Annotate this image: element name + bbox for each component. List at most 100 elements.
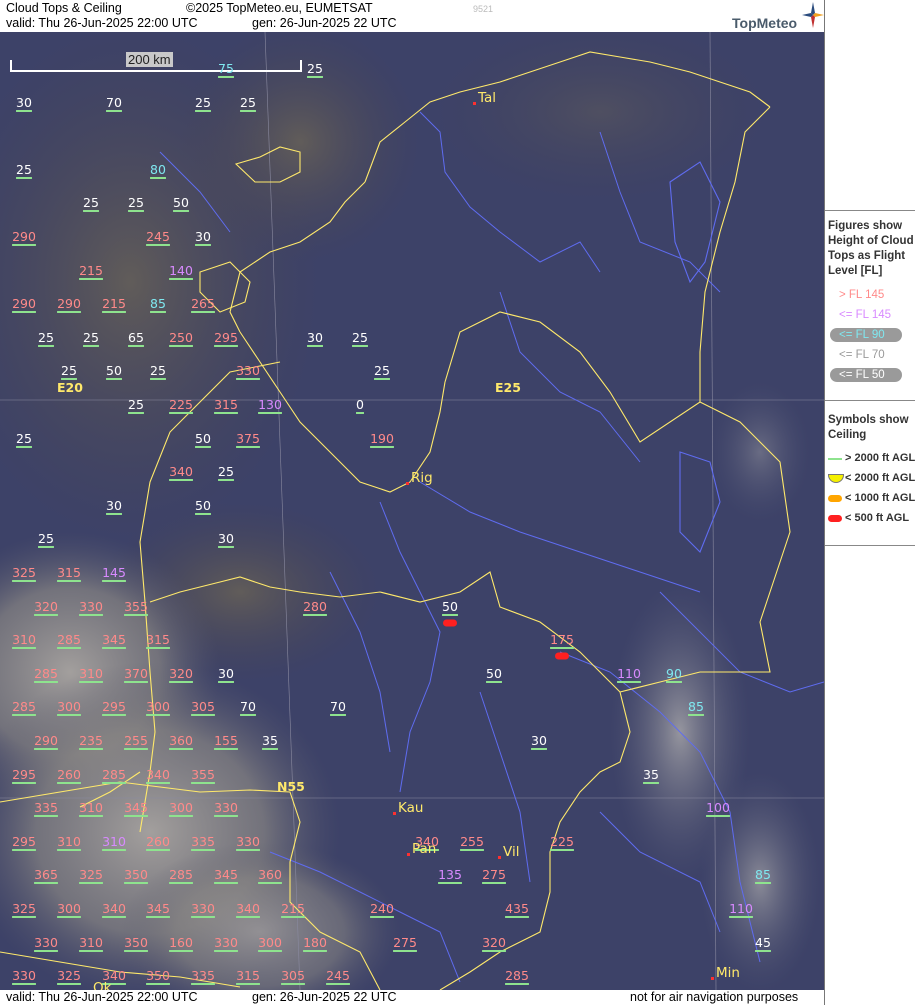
cloud-top-label: 30 [106,498,122,513]
cloud-top-label: 190 [370,431,394,446]
cloud-top-label: 310 [79,666,103,681]
cloud-top-label: 330 [12,968,36,983]
cloud-top-label: 290 [57,296,81,311]
cloud-top-label: 345 [146,901,170,916]
cloud-top-label: 75 [218,61,234,76]
cloud-top-label: 50 [442,599,458,614]
footer-generated-time: gen: 26-Jun-2025 22 UTC [252,990,397,1004]
cloud-top-label: 330 [214,800,238,815]
cloud-top-label: 215 [102,296,126,311]
cloud-top-label: 285 [34,666,58,681]
legend-title-line: Tops as Flight [828,250,906,262]
cloud-top-label: 305 [281,968,305,983]
cloud-top-label: 85 [688,699,704,714]
legend-title-line: Figures show [828,220,903,232]
cloud-top-label: 345 [102,632,126,647]
city-label: Vil [503,844,520,860]
legend-separator [825,545,915,546]
cloud-top-label: 25 [352,330,368,345]
cloud-top-label: 70 [240,699,256,714]
map-header: Cloud Tops & Ceiling ©2025 TopMeteo.eu, … [0,0,824,32]
cloud-top-label: 355 [191,767,215,782]
city-dot [407,853,410,856]
cloud-top-label: 50 [486,666,502,681]
cloud-top-label: 50 [173,195,189,210]
cloud-top-label: 345 [124,800,148,815]
ceiling-legend-title: Symbols show Ceiling [828,413,909,443]
scale-bar-label: 200 km [126,52,173,67]
cloud-tops-legend-item: <= FL 70 [839,349,885,361]
cloud-top-label: 90 [666,666,682,681]
legend-title-line: Level [FL] [828,265,883,277]
footer-disclaimer: not for air navigation purposes [630,990,799,1004]
cloud-top-label: 180 [303,935,327,950]
cloud-top-label: 65 [128,330,144,345]
cloud-top-label: 330 [236,834,260,849]
cloud-top-label: 160 [169,935,193,950]
ceiling-marker-red [443,619,457,627]
cloud-top-label: 320 [34,599,58,614]
generated-time: gen: 26-Jun-2025 22 UTC [252,16,397,30]
cloud-tops-legend-item: <= FL 50 [839,369,885,381]
city-label: Rig [411,470,433,486]
ceiling-symbol [828,495,842,502]
cloud-top-label: 295 [12,834,36,849]
cloud-top-label: 35 [643,767,659,782]
city-dot [711,977,714,980]
cloud-top-label: 70 [330,699,346,714]
cloud-top-label: 285 [169,867,193,882]
cloud-top-label: 325 [12,901,36,916]
city-dot [498,856,501,859]
cloud-top-label: 360 [258,867,282,882]
cloud-top-label: 295 [214,330,238,345]
cloud-top-label: 25 [218,464,234,479]
cloud-top-label: 235 [79,733,103,748]
cloud-top-label: 25 [61,363,77,378]
city-label: Ok [93,980,112,990]
cloud-top-label: 345 [214,867,238,882]
cloud-top-label: 265 [191,296,215,311]
map-area[interactable]: 200 km 75 25 30 70 25 25 25 80 25 25 50 290 245 30 215… [0,32,824,990]
cloud-top-label: 320 [169,666,193,681]
cloud-top-label: 435 [505,901,529,916]
cloud-top-label: 290 [12,229,36,244]
cloud-top-label: 225 [550,834,574,849]
cloud-top-label: 350 [146,968,170,983]
cloud-top-label: 25 [83,330,99,345]
cloud-top-label: 285 [57,632,81,647]
cloud-top-label: 25 [374,363,390,378]
cloud-top-label: 320 [482,935,506,950]
ceiling-marker-red [555,652,569,660]
cloud-top-label: 330 [79,599,103,614]
ceiling-legend-item: > 2000 ft AGL [845,452,916,464]
cloud-top-label: 225 [169,397,193,412]
city-label: Pan [412,841,437,857]
ceiling-legend-item: < 2000 ft AGL [845,472,916,484]
cloud-top-label: 290 [34,733,58,748]
map-footer: valid: Thu 26-Jun-2025 22:00 UTC gen: 26… [0,990,824,1005]
cloud-top-label: 350 [124,867,148,882]
cloud-top-label: 260 [146,834,170,849]
cloud-top-label: 290 [12,296,36,311]
cloud-top-label: 335 [191,968,215,983]
cloud-top-label: 30 [195,229,211,244]
cloud-top-label: 335 [34,800,58,815]
cloud-top-label: 25 [195,95,211,110]
cloud-top-label: 275 [393,935,417,950]
cloud-top-label: 25 [83,195,99,210]
cloud-top-label: 135 [438,867,462,882]
cloud-tops-legend-title: Figures show Height of Cloud Tops as Fli… [828,219,914,279]
cloud-top-label: 315 [236,968,260,983]
city-dot [473,102,476,105]
cloud-top-label: 70 [106,95,122,110]
cloud-top-label: 315 [146,632,170,647]
ceiling-symbol [828,458,842,460]
cloud-top-label: 360 [169,733,193,748]
cloud-top-label: 300 [57,901,81,916]
cloud-top-label: 240 [370,901,394,916]
route-label: E25 [495,380,521,395]
cloud-top-label: 325 [57,968,81,983]
cloud-top-label: 315 [214,397,238,412]
cloud-top-label: 315 [57,565,81,580]
cloud-tops-legend-item: <= FL 90 [839,329,885,341]
